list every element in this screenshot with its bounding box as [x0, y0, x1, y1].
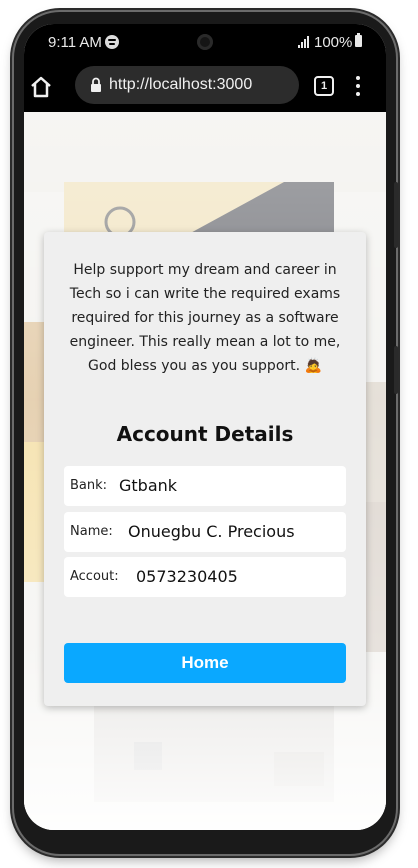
- support-message: Help support my dream and career in Tech…: [69, 262, 341, 374]
- bank-field: Bank: Gtbank: [64, 466, 346, 506]
- name-label: Name:: [70, 524, 113, 539]
- phone-screen: 9:11 AM 100% http://localhost:3000 1 Hel…: [24, 24, 386, 830]
- bank-label: Bank:: [70, 478, 108, 493]
- support-card: Help support my dream and career in Tech…: [44, 232, 366, 706]
- account-label: Accout:: [70, 569, 119, 584]
- battery-icon: [355, 33, 362, 47]
- browser-toolbar: http://localhost:3000 1: [24, 62, 386, 112]
- signal-icon: [298, 36, 312, 48]
- tabs-icon[interactable]: 1: [314, 76, 334, 96]
- account-details-heading: Account Details: [116, 422, 294, 446]
- name-field: Name: Onuegbu C. Precious: [64, 512, 346, 552]
- status-time: 9:11 AM: [48, 34, 102, 51]
- spotify-icon: [105, 35, 119, 49]
- name-value: Onuegbu C. Precious: [128, 522, 295, 541]
- account-field: Accout: 0573230405: [64, 557, 346, 597]
- volume-button: [394, 346, 398, 394]
- more-vert-icon[interactable]: [354, 74, 362, 98]
- front-camera: [197, 34, 213, 50]
- url-text: http://localhost:3000: [109, 76, 253, 93]
- home-button[interactable]: Home: [64, 643, 346, 683]
- lock-icon: [90, 77, 102, 93]
- page-content: Help support my dream and career in Tech…: [24, 112, 386, 830]
- address-bar[interactable]: http://localhost:3000: [75, 66, 299, 104]
- account-value: 0573230405: [136, 567, 238, 586]
- status-bar: 9:11 AM 100%: [24, 24, 386, 62]
- power-button: [394, 182, 398, 248]
- home-icon[interactable]: [28, 74, 54, 100]
- battery-percent: 100%: [314, 34, 353, 51]
- bank-value: Gtbank: [119, 476, 178, 495]
